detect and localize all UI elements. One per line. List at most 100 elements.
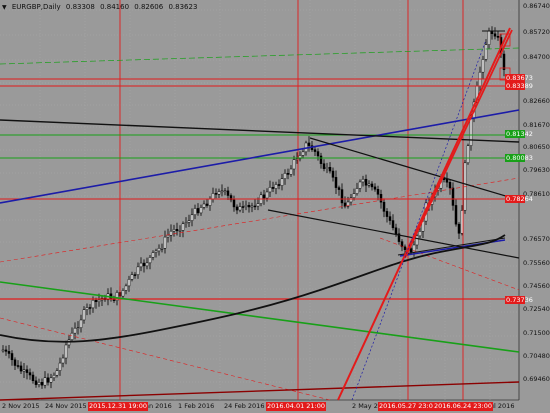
candle-body [142,262,146,267]
candle-body [364,178,368,186]
time-label: 24 Feb 2016 [224,402,265,410]
price-tag-green: 0.80083 [505,154,533,162]
time-label: 2 May 2 [352,402,378,410]
candle-body [133,274,137,276]
low-value: 0.82606 [134,3,164,11]
price-label: 0.81670 [523,121,550,129]
dashed-red-line [0,317,331,401]
candle-body [289,168,293,175]
candle-body [7,351,11,354]
candle-body [382,201,386,212]
candle-body [325,167,329,170]
candle-body [166,234,170,238]
candle-body [157,248,161,252]
candle-body [187,220,191,223]
candle-body [22,369,26,372]
price-label: 0.76570 [523,235,550,243]
candle-body [160,247,164,250]
candle-body [268,187,272,193]
candle-body [46,377,50,383]
time-label: 2 Nov 2015 [2,402,40,410]
candle-body [361,178,365,183]
dashed-green-line [0,47,520,65]
candle-body [373,186,377,190]
candle-body [316,151,320,157]
candle-body [37,382,41,385]
candle-body [442,178,446,180]
candle-body [16,365,20,367]
candle-body [328,167,332,172]
candle-body [4,349,8,352]
candle-body [481,59,485,73]
candle-body [19,365,23,372]
candle-body [385,211,389,217]
candle-body [73,327,77,334]
close-value: 0.83623 [168,3,198,11]
candle-body [238,206,242,211]
candle-body [190,214,194,221]
candle-body [247,204,251,208]
candle-body [76,327,80,329]
time-label: an 2016 [145,402,172,410]
candle-body [370,183,374,188]
price-label: 0.72540 [523,305,550,313]
chart-window[interactable]: ▼ EURGBP,Daily 0.83308 0.84160 0.82606 0… [0,0,550,413]
red-channel-line [404,29,513,259]
candle-body [58,362,62,371]
candle-body [286,172,290,175]
symbol-label: EURGBP,Daily [11,3,61,11]
price-tag-red: 0.83673 [505,74,533,82]
candle-body [34,380,38,385]
price-tag-red: 0.78264 [505,195,533,203]
chart-menu-arrow-icon[interactable]: ▼ [2,4,7,11]
candle-body [274,184,278,189]
candle-body [193,208,197,216]
candle-body [31,374,35,381]
candle-body [145,262,149,267]
candle-body [256,203,260,207]
price-label: 0.84700 [523,53,550,61]
time-label: 1 Feb 2016 [178,402,215,410]
candle-body [253,205,257,208]
candle-body [28,372,32,376]
symbol-info-bar: ▼ EURGBP,Daily 0.83308 0.84160 0.82606 0… [2,1,200,13]
candle-body [79,319,83,328]
candle-body [244,204,248,208]
candle-body [220,190,224,193]
candle-body [358,181,362,189]
price-label: 0.69460 [523,375,550,383]
candle-body [121,290,125,297]
candle-body [151,252,155,258]
high-value: 0.84160 [100,3,130,11]
candle-body [64,344,68,359]
candle-body [139,262,143,268]
candle-body [181,223,185,231]
candle-body [277,184,281,186]
candle-body [61,357,65,364]
price-label: 0.71500 [523,329,550,337]
vertical-line-tag: 2016.05.27 23:00 [378,402,439,411]
candle-body [55,370,59,376]
candle-body [49,377,53,383]
price-label: 0.86740 [523,2,550,10]
candle-body [448,182,452,189]
candle-body [265,191,269,199]
candle-body [13,359,17,366]
candle-body [172,229,176,232]
candle-body [262,194,266,199]
candle-body [403,246,407,250]
candle-body [283,172,287,179]
candle-body [85,307,89,310]
candle-body [97,299,101,303]
candle-body [199,207,203,214]
candle-body [226,190,230,196]
candle-body [205,203,209,206]
price-label: 0.79630 [523,166,550,174]
candle-body [280,178,284,186]
price-tag-red: 0.83389 [505,82,533,90]
candle-body [367,183,371,186]
price-chart[interactable] [0,0,550,413]
candle-body [313,149,317,152]
price-label: 0.70480 [523,352,550,360]
candle-body [319,155,323,164]
